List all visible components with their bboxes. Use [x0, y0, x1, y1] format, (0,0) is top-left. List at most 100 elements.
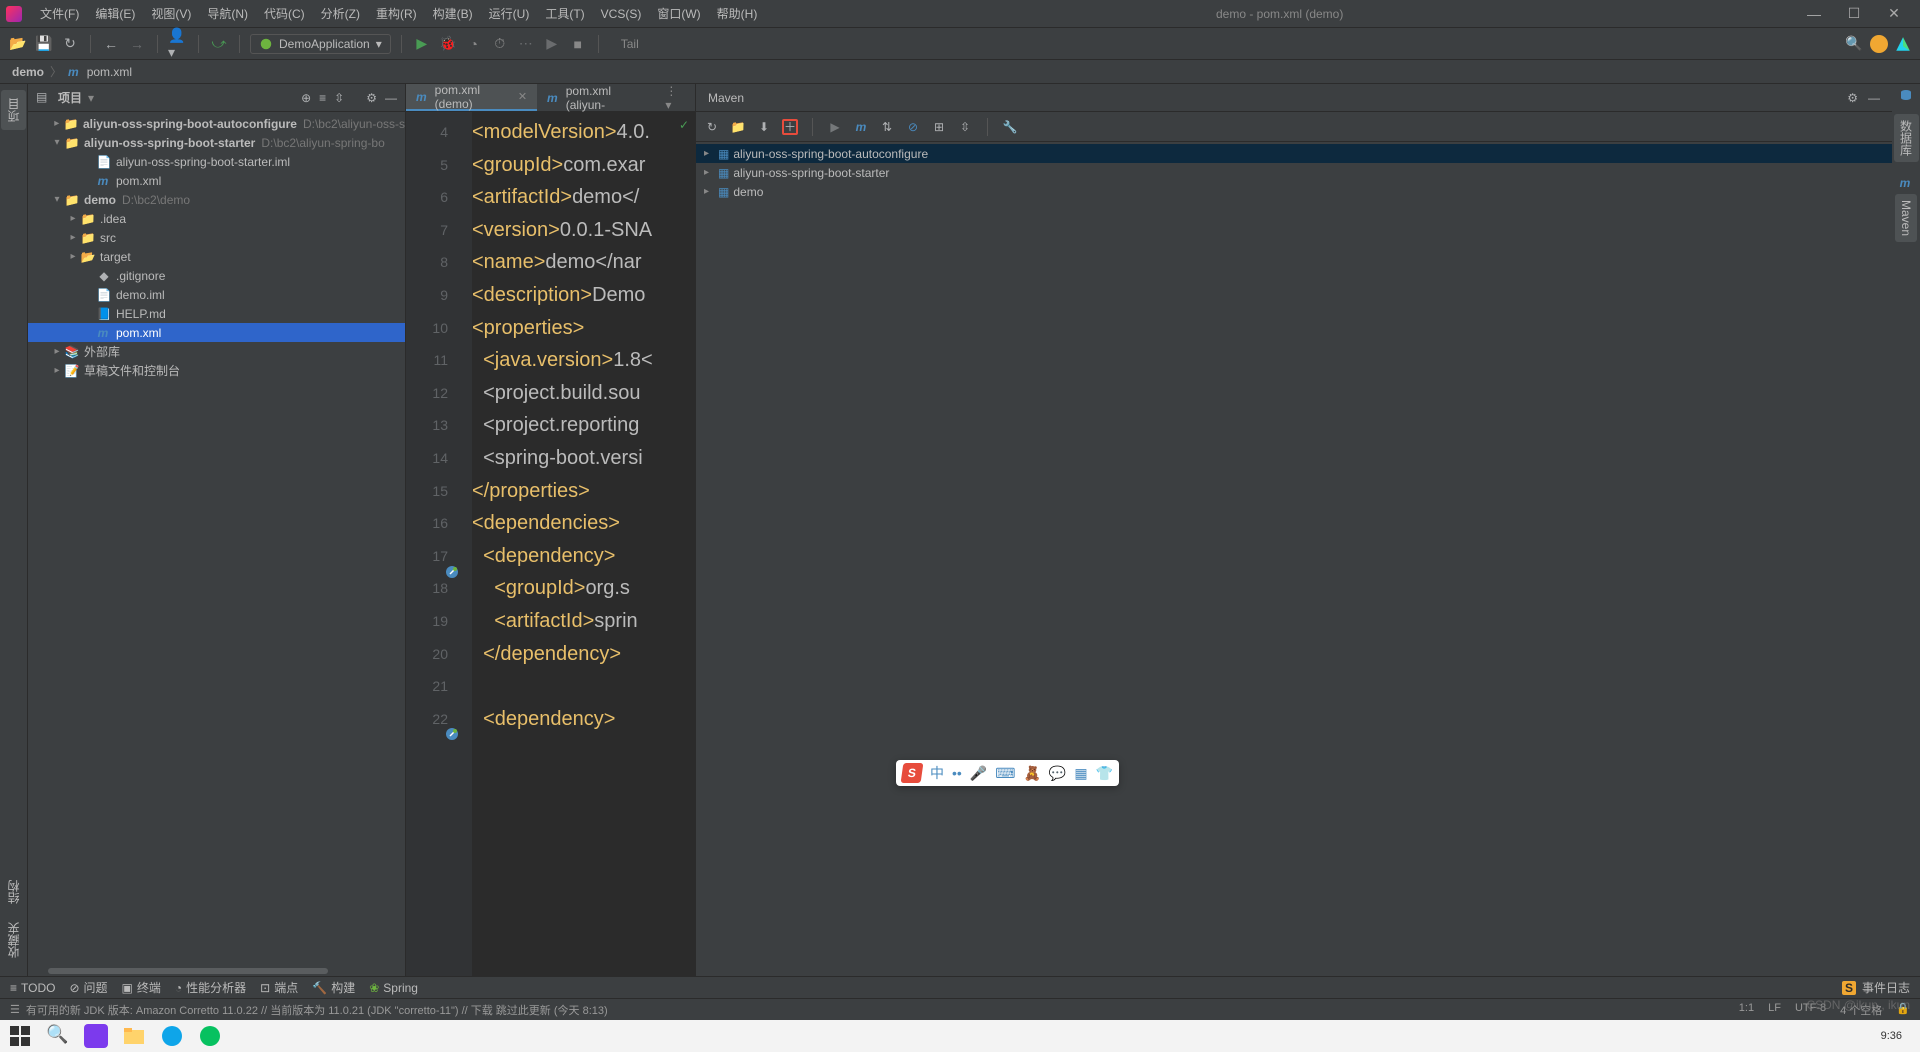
ime-lang-icon[interactable]: 中 [930, 763, 944, 783]
spring-bean-icon[interactable] [444, 564, 460, 580]
menu-navigate[interactable]: 导航(N) [199, 5, 256, 22]
forward-icon[interactable]: → [127, 34, 147, 54]
ime-grid-icon[interactable]: ▦ [1074, 765, 1087, 782]
chevron-down-icon[interactable]: ▾ [88, 91, 94, 105]
tree-row[interactable]: ▸📁aliyun-oss-spring-boot-autoconfigureD:… [28, 114, 405, 133]
maven-project-node[interactable]: ▸▦aliyun-oss-spring-boot-autoconfigure [696, 144, 1892, 163]
menu-refactor[interactable]: 重构(R) [368, 5, 425, 22]
reload-icon[interactable]: ↻ [704, 119, 720, 135]
editor-tab-pom-aliyun[interactable]: m pom.xml (aliyun- [537, 84, 655, 111]
ime-voice-icon[interactable]: 🎤 [970, 765, 987, 782]
tree-row[interactable]: mpom.xml [28, 323, 405, 342]
menu-tools[interactable]: 工具(T) [537, 5, 592, 22]
hide-icon[interactable]: — [1868, 91, 1880, 105]
favorites-tool-tab[interactable]: 收藏夹 [1, 914, 26, 966]
skip-tests-icon[interactable]: ⊘ [905, 119, 921, 135]
ime-chat-icon[interactable]: 💬 [1049, 765, 1066, 782]
minimize-button[interactable]: — [1794, 6, 1834, 22]
edge-icon[interactable] [160, 1024, 184, 1048]
spring-bean-icon[interactable] [444, 726, 460, 742]
maven-project-node[interactable]: ▸▦demo [696, 182, 1892, 201]
search-icon[interactable]: 🔍 [46, 1024, 70, 1048]
attach-button[interactable]: ⋯ [516, 34, 536, 54]
bt-problems[interactable]: ⊘问题 [69, 979, 107, 996]
toggle-offline-icon[interactable]: ⇅ [879, 119, 895, 135]
search-icon[interactable]: 🔍 [1844, 34, 1864, 54]
tree-row[interactable]: mpom.xml [28, 171, 405, 190]
tree-row[interactable]: 📄aliyun-oss-spring-boot-starter.iml [28, 152, 405, 171]
profile-button[interactable]: ⏱ [490, 34, 510, 54]
menu-analyze[interactable]: 分析(Z) [313, 5, 368, 22]
collapse-all-icon[interactable]: ⇳ [957, 119, 973, 135]
download-sources-icon[interactable]: ⬇ [756, 119, 772, 135]
menu-build[interactable]: 构建(B) [425, 5, 481, 22]
bt-todo[interactable]: ≡TODO [10, 981, 55, 995]
maven-settings-icon[interactable]: 🔧 [1002, 119, 1018, 135]
code-content[interactable]: <modelVersion>4.0.<groupId>com.exar<arti… [472, 112, 695, 976]
status-menu-icon[interactable]: ☰ [10, 1003, 20, 1016]
tree-row[interactable]: ▾📁demoD:\bc2\demo [28, 190, 405, 209]
status-message[interactable]: 有可用的新 JDK 版本: Amazon Corretto 11.0.22 //… [26, 1002, 608, 1018]
bt-build[interactable]: 🔨构建 [312, 979, 355, 996]
avatar-icon[interactable] [1870, 35, 1888, 53]
ime-keyboard-icon[interactable]: ⌨ [995, 765, 1015, 782]
gear-icon[interactable]: ⚙ [1847, 91, 1858, 105]
maven-tool-tab[interactable]: Maven [1895, 194, 1917, 242]
menu-vcs[interactable]: VCS(S) [593, 7, 650, 21]
menu-window[interactable]: 窗口(W) [649, 5, 708, 22]
horizontal-scrollbar[interactable] [48, 968, 328, 974]
ime-skin-icon[interactable]: 👕 [1096, 765, 1113, 782]
structure-tool-tab[interactable]: 结构 [1, 872, 26, 912]
tail-label[interactable]: Tail [609, 37, 651, 51]
refresh-icon[interactable]: ↻ [60, 34, 80, 54]
crumb-file[interactable]: pom.xml [87, 65, 132, 79]
gear-icon[interactable]: ⚙ [366, 91, 377, 105]
open-icon[interactable]: 📂 [8, 34, 28, 54]
tree-row[interactable]: ◆.gitignore [28, 266, 405, 285]
menu-code[interactable]: 代码(C) [256, 5, 313, 22]
code-with-me-icon[interactable] [1894, 35, 1912, 53]
locate-icon[interactable]: ⊕ [301, 91, 311, 105]
bt-spring[interactable]: ❀Spring [369, 981, 418, 995]
run-maven-icon[interactable]: ▶ [827, 119, 843, 135]
menu-view[interactable]: 视图(V) [143, 5, 199, 22]
bt-profiler[interactable]: ◔性能分析器 [175, 979, 246, 996]
ime-punct-icon[interactable]: •• [952, 765, 962, 781]
menu-help[interactable]: 帮助(H) [709, 5, 766, 22]
menu-run[interactable]: 运行(U) [481, 5, 538, 22]
generate-sources-icon[interactable]: 📁 [730, 119, 746, 135]
editor[interactable]: ✓ 45678910111213141516171819202122 <mode… [406, 112, 695, 976]
ime-toolbar[interactable]: S 中 •• 🎤 ⌨ 🧸 💬 ▦ 👕 [896, 760, 1119, 786]
explorer-icon[interactable] [122, 1024, 146, 1048]
user-icon[interactable]: 👤▾ [168, 34, 188, 54]
windows-taskbar[interactable]: 🔍 9:36 [0, 1020, 1920, 1052]
event-log-button[interactable]: 事件日志 [1862, 979, 1910, 996]
collapse-icon[interactable]: ⇳ [334, 91, 344, 105]
update-icon[interactable]: ⤻ [209, 34, 229, 54]
play2-button[interactable]: ▶ [542, 34, 562, 54]
tree-row[interactable]: ▸📝草稿文件和控制台 [28, 361, 405, 380]
inspection-ok-icon[interactable]: ✓ [679, 118, 689, 132]
tree-row[interactable]: 📄demo.iml [28, 285, 405, 304]
add-maven-project-button[interactable]: ＋ [782, 119, 798, 135]
caret-position[interactable]: 1:1 [1739, 1002, 1754, 1018]
expand-icon[interactable]: ≡ [319, 91, 326, 105]
database-tool-tab[interactable]: 数据库 [1894, 114, 1919, 162]
wechat-icon[interactable] [198, 1024, 222, 1048]
taskbar-app-icon[interactable] [84, 1024, 108, 1048]
tree-row[interactable]: ▸📚外部库 [28, 342, 405, 361]
back-icon[interactable]: ← [101, 34, 121, 54]
save-icon[interactable]: 💾 [34, 34, 54, 54]
tree-row[interactable]: 📘HELP.md [28, 304, 405, 323]
crumb-root[interactable]: demo [12, 65, 44, 79]
show-deps-icon[interactable]: ⊞ [931, 119, 947, 135]
tree-row[interactable]: ▸📁.idea [28, 209, 405, 228]
ime-emoji-icon[interactable]: 🧸 [1023, 765, 1040, 782]
project-tool-tab[interactable]: 项目 [1, 90, 26, 130]
project-tree[interactable]: ▸📁aliyun-oss-spring-boot-autoconfigureD:… [28, 112, 405, 976]
maven-tree[interactable]: ▸▦aliyun-oss-spring-boot-autoconfigure ▸▦… [696, 142, 1892, 976]
bt-endpoints[interactable]: ⊡端点 [260, 979, 298, 996]
menu-file[interactable]: 文件(F) [32, 5, 87, 22]
hide-icon[interactable]: — [385, 91, 397, 105]
stop-button[interactable]: ■ [568, 34, 588, 54]
